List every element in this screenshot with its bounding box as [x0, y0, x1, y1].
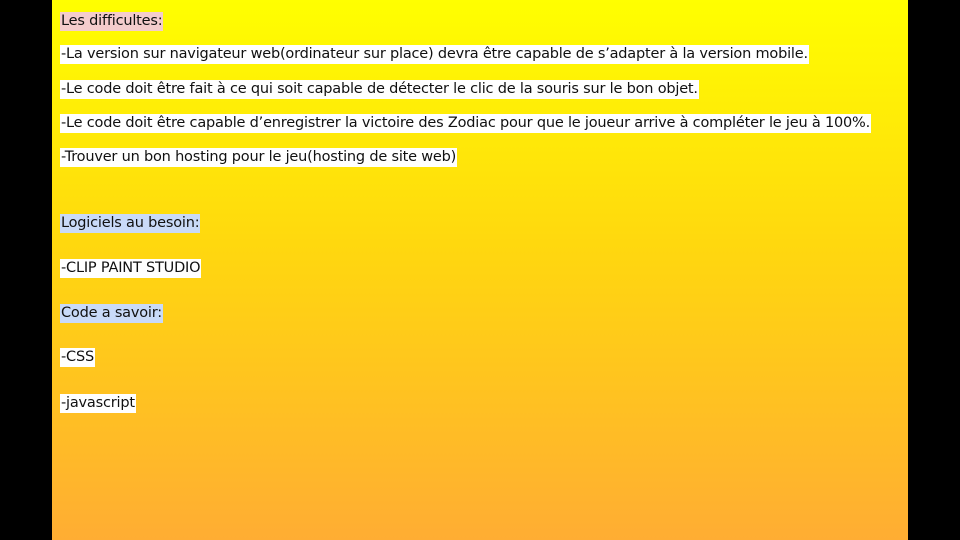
heading-code-text: Code a savoir:	[60, 304, 163, 323]
presentation-stage: Les difficultes: -La version sur navigat…	[0, 0, 960, 540]
code-item-css-text: -CSS	[60, 348, 95, 367]
difficulty-item-2: -Le code doit être fait à ce qui soit ca…	[60, 79, 699, 99]
difficulty-item-4: -Trouver un bon hosting pour le jeu(host…	[60, 147, 458, 167]
difficulty-item-2-text: -Le code doit être fait à ce qui soit ca…	[60, 80, 699, 99]
heading-logiciels: Logiciels au besoin:	[60, 213, 201, 233]
software-item-1: -CLIP PAINT STUDIO	[60, 258, 202, 278]
slide: Les difficultes: -La version sur navigat…	[52, 0, 908, 540]
code-item-javascript: -javascript	[60, 393, 136, 413]
heading-code: Code a savoir:	[60, 303, 163, 323]
difficulty-item-3-text: -Le code doit être capable d’enregistrer…	[60, 114, 872, 133]
heading-difficultes-text: Les difficultes:	[60, 12, 164, 31]
code-item-css: -CSS	[60, 347, 95, 367]
difficulty-item-1-text: -La version sur navigateur web(ordinateu…	[60, 45, 809, 64]
difficulty-item-4-text: -Trouver un bon hosting pour le jeu(host…	[60, 148, 458, 167]
heading-logiciels-text: Logiciels au besoin:	[60, 214, 201, 233]
code-item-javascript-text: -javascript	[60, 394, 136, 413]
difficulty-item-3: -Le code doit être capable d’enregistrer…	[60, 113, 872, 133]
difficulty-item-1: -La version sur navigateur web(ordinateu…	[60, 44, 809, 64]
software-item-1-text: -CLIP PAINT STUDIO	[60, 259, 202, 278]
heading-difficultes: Les difficultes:	[60, 11, 164, 31]
